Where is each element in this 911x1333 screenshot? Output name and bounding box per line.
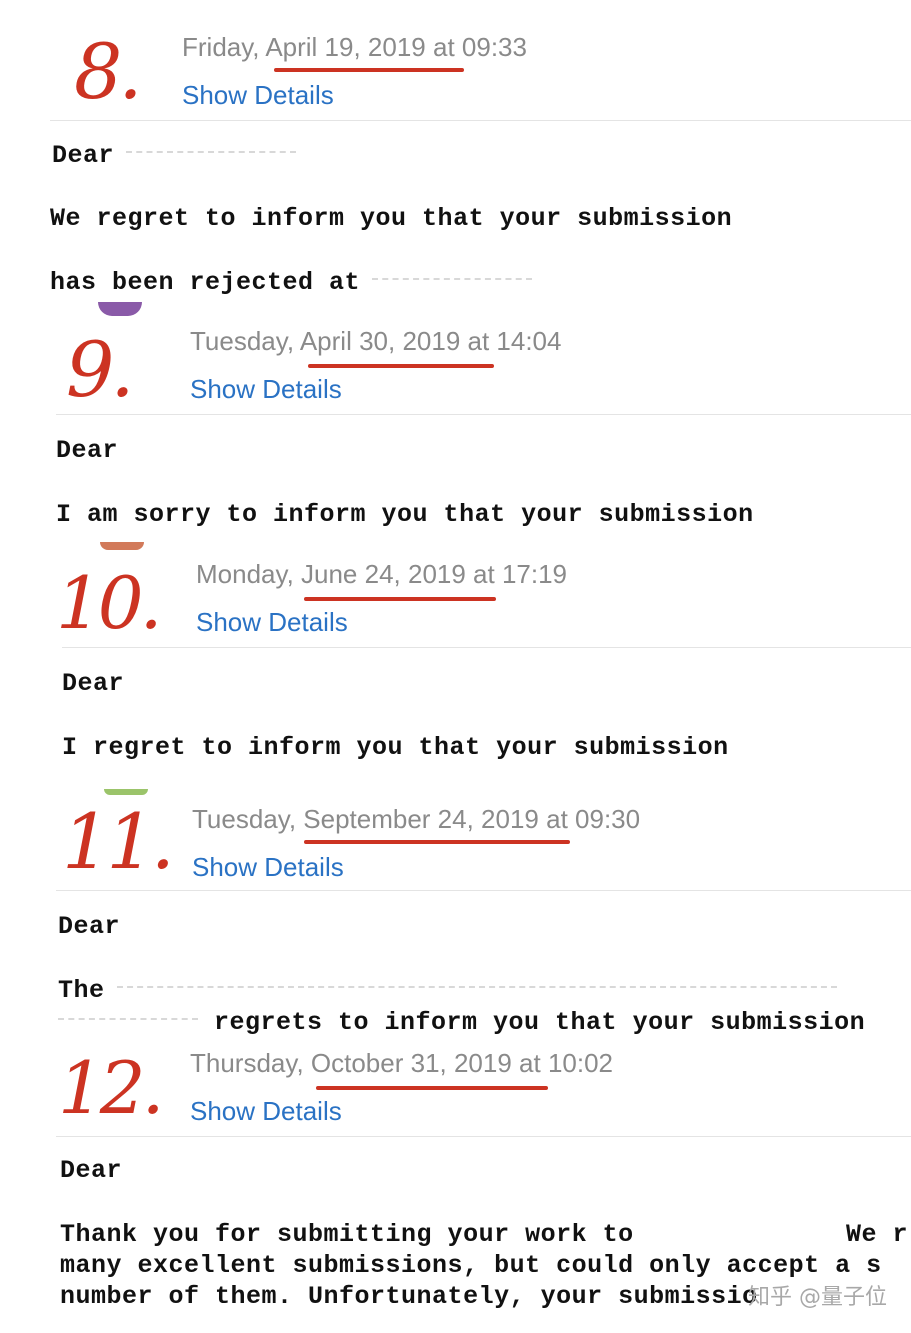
email-number: 8. <box>74 27 142 116</box>
email-line: Dear <box>60 1156 123 1185</box>
header-divider <box>56 890 911 891</box>
watermark: 知乎 @量子位 <box>748 1285 887 1310</box>
email-card-8: 8. Friday, April 19, 2019 at 09:33 Show … <box>0 0 911 300</box>
date-underline <box>304 840 570 844</box>
email-line: Dear <box>52 141 297 170</box>
email-line: Dear <box>56 436 119 465</box>
date-underline <box>274 68 464 72</box>
show-details-link[interactable]: Show Details <box>196 607 348 638</box>
email-card-10: 10. Monday, June 24, 2019 at 17:19 Show … <box>0 545 911 785</box>
show-details-link[interactable]: Show Details <box>182 80 334 111</box>
email-line: Thank you for submitting your work to <box>60 1220 634 1249</box>
email-line: number of them. Unfortunately, your subm… <box>60 1282 758 1311</box>
date-underline <box>304 597 496 601</box>
email-card-9: 9. Tuesday, April 30, 2019 at 14:04 Show… <box>0 300 911 540</box>
email-line: Dear <box>62 669 125 698</box>
show-details-link[interactable]: Show Details <box>190 1096 342 1127</box>
header-divider <box>56 1136 911 1137</box>
email-date: Tuesday, September 24, 2019 at 09:30 <box>192 804 641 834</box>
email-line: We regret to inform you that your submis… <box>50 204 733 233</box>
redacted-text <box>372 278 533 286</box>
email-line: We r <box>846 1220 909 1249</box>
email-line: I am sorry to inform you that your submi… <box>56 500 754 529</box>
date-underline <box>316 1086 548 1090</box>
email-number: 12. <box>58 1046 164 1130</box>
email-card-11: 11. Tuesday, September 24, 2019 at 09:30… <box>0 790 911 1040</box>
email-number: 10. <box>56 561 162 645</box>
email-number: 9. <box>66 325 134 414</box>
email-date: Monday, June 24, 2019 at 17:19 <box>196 559 568 589</box>
redacted-text <box>126 151 297 159</box>
email-line: Dear <box>58 912 121 941</box>
date-underline <box>308 364 494 368</box>
email-line: regrets to inform you that your submissi… <box>58 1008 865 1037</box>
email-line: The <box>58 976 837 1005</box>
email-line: has been rejected at <box>50 268 533 297</box>
email-line: many excellent submissions, but could on… <box>60 1251 882 1280</box>
redacted-text <box>116 986 837 994</box>
show-details-link[interactable]: Show Details <box>192 852 344 883</box>
email-date: Thursday, October 31, 2019 at 10:02 <box>190 1048 614 1078</box>
redacted-text <box>58 1018 198 1026</box>
header-divider <box>62 647 911 648</box>
email-line: I regret to inform you that your submiss… <box>62 733 729 762</box>
email-date: Friday, April 19, 2019 at 09:33 <box>182 32 527 62</box>
header-divider <box>56 414 911 415</box>
show-details-link[interactable]: Show Details <box>190 374 342 405</box>
email-number: 11. <box>62 797 175 886</box>
email-date: Tuesday, April 30, 2019 at 14:04 <box>190 326 562 356</box>
header-divider <box>50 120 911 121</box>
